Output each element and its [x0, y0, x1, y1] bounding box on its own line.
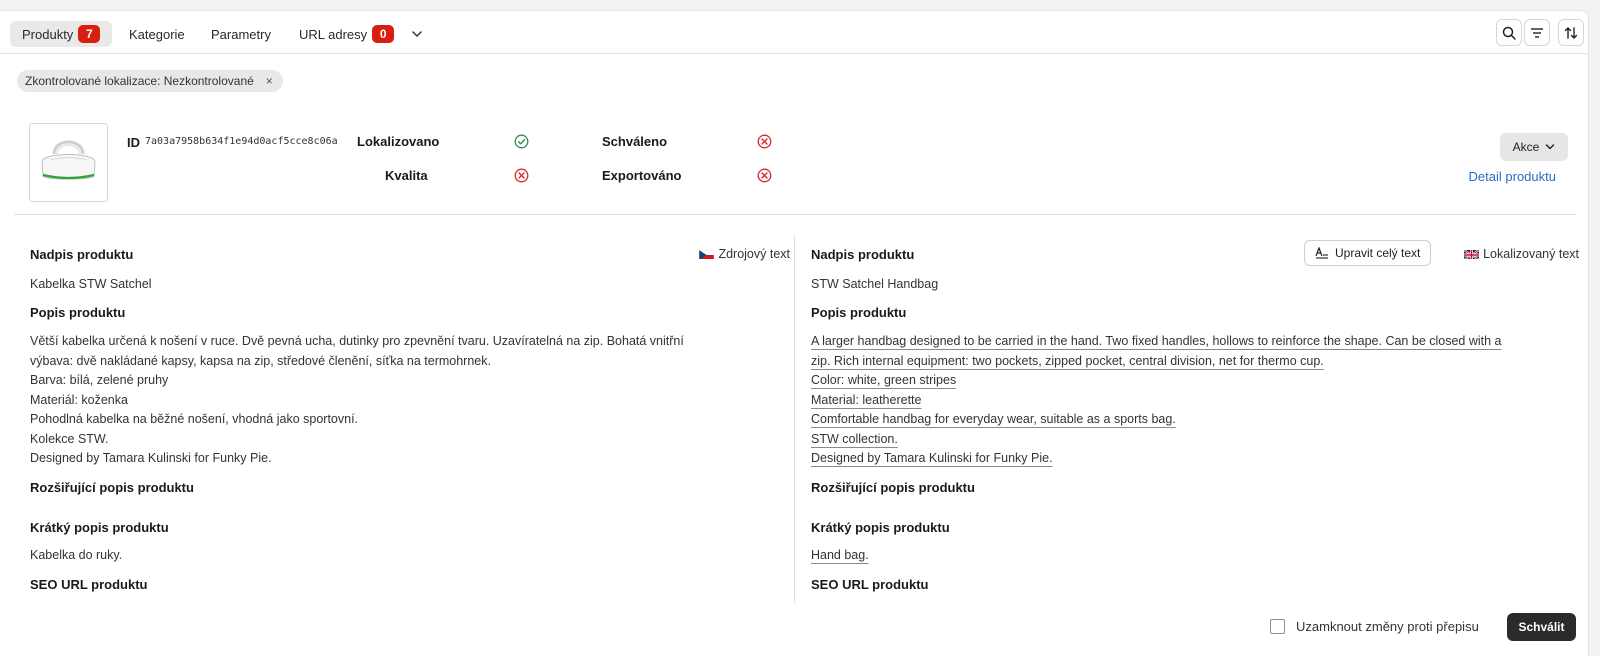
source-tag-label: Zdrojový text	[718, 247, 790, 261]
description-line[interactable]: Designed by Tamara Kulinski for Funky Pi…	[811, 449, 1502, 469]
description-line[interactable]: Material: leatherette	[811, 391, 1502, 411]
count-badge: 0	[372, 25, 395, 43]
handbag-image	[41, 140, 96, 180]
id-label: ID	[127, 135, 140, 150]
localized-language-tag: Lokalizovaný text	[1464, 247, 1579, 261]
x-circle-icon	[514, 168, 529, 183]
description-line: Materiál: koženka	[30, 392, 128, 407]
description-heading: Popis produktu	[30, 305, 126, 320]
scrollbar[interactable]	[1589, 10, 1600, 656]
sort-icon	[1564, 26, 1578, 39]
chevron-down-icon	[1546, 144, 1555, 150]
filter-chip: Zkontrolované lokalizace: Nezkontrolovan…	[17, 70, 283, 92]
tab-label: Produkty	[22, 26, 74, 42]
localized-tag-label: Lokalizovaný text	[1483, 247, 1579, 261]
short-description-heading: Krátký popis produktu	[811, 520, 950, 535]
x-circle-icon	[757, 134, 772, 149]
description-line: Designed by Tamara Kulinski for Funky Pi…	[30, 451, 272, 465]
tab-label: Kategorie	[129, 26, 185, 42]
check-circle-icon	[514, 134, 529, 149]
x-circle-icon	[757, 168, 772, 183]
actions-label: Akce	[1512, 140, 1540, 154]
status-label-schvaleno: Schváleno	[602, 134, 668, 149]
tab-parametry[interactable]: Parametry	[199, 21, 283, 47]
close-icon[interactable]: ×	[266, 74, 273, 88]
czech-flag-icon	[699, 249, 715, 259]
description-line: výbava: dvě nakládané kapsy, kapsa na zi…	[30, 353, 491, 368]
search-icon	[1502, 26, 1516, 40]
description-line[interactable]: A larger handbag designed to be carried …	[811, 332, 1502, 352]
lock-changes-checkbox[interactable]	[1270, 619, 1285, 634]
search-button[interactable]	[1496, 19, 1522, 46]
source-language-tag: Zdrojový text	[699, 247, 790, 261]
localized-description[interactable]: A larger handbag designed to be carried …	[811, 332, 1502, 469]
description-line[interactable]: Comfortable handbag for everyday wear, s…	[811, 410, 1502, 430]
more-tabs-chevron-down-icon[interactable]	[408, 26, 426, 42]
header-divider	[14, 214, 1576, 215]
status-label-kvalita: Kvalita	[385, 168, 428, 183]
uk-flag-icon	[1464, 249, 1480, 259]
count-badge: 7	[78, 25, 101, 43]
extended-description-heading: Rozšiřující popis produktu	[811, 480, 975, 495]
filter-chip-label: Zkontrolované lokalizace: Nezkontrolovan…	[25, 74, 254, 88]
source-short-description: Kabelka do ruky.	[30, 548, 123, 562]
edit-button-label: Upravit celý text	[1335, 246, 1421, 260]
description-line[interactable]: zip. Rich internal equipment: two pocket…	[811, 352, 1502, 372]
localized-short-description[interactable]: Hand bag.	[811, 546, 869, 566]
column-divider	[794, 235, 795, 603]
description-heading: Popis produktu	[811, 305, 907, 320]
actions-dropdown-button[interactable]: Akce	[1500, 133, 1568, 161]
product-thumbnail[interactable]	[29, 123, 108, 202]
seo-url-heading: SEO URL produktu	[30, 577, 148, 592]
title-heading: Nadpis produktu	[811, 247, 915, 262]
filter-icon	[1531, 27, 1543, 38]
description-line: Kolekce STW.	[30, 431, 109, 446]
product-detail-link[interactable]: Detail produktu	[1469, 169, 1556, 184]
edit-full-text-button[interactable]: Upravit celý text	[1304, 240, 1432, 266]
localized-title: STW Satchel Handbag	[811, 277, 939, 291]
tab-produkty[interactable]: Produkty 7	[10, 21, 113, 47]
description-line: Pohodlná kabelka na běžné nošení, vhodná…	[30, 412, 359, 426]
title-heading: Nadpis produktu	[30, 247, 134, 262]
status-label-exportovano: Exportováno	[602, 168, 682, 183]
tab-kategorie[interactable]: Kategorie	[117, 21, 197, 47]
description-line: Větší kabelka určená k nošení v ruce. Dv…	[30, 334, 684, 348]
tab-bar: Produkty 7 Kategorie Parametry URL adres…	[0, 11, 1589, 54]
product-id: 7a03a7958b634f1e94d0acf5cce8c06a	[145, 136, 338, 147]
description-line[interactable]: STW collection.	[811, 430, 1502, 450]
tab-label: Parametry	[211, 26, 271, 42]
filter-button[interactable]	[1524, 19, 1550, 46]
approve-button[interactable]: Schválit	[1507, 613, 1576, 641]
edit-text-icon	[1315, 247, 1328, 259]
seo-url-heading: SEO URL produktu	[811, 577, 929, 592]
tab-url-adresy[interactable]: URL adresy 0	[287, 21, 406, 47]
sort-button[interactable]	[1558, 19, 1584, 46]
status-label-lokalizovano: Lokalizovano	[357, 134, 440, 149]
source-description: Větší kabelka určená k nošení v ruce. Dv…	[30, 332, 684, 469]
lock-changes-label[interactable]: Uzamknout změny proti přepisu	[1296, 619, 1479, 634]
extended-description-heading: Rozšiřující popis produktu	[30, 480, 194, 495]
source-title: Kabelka STW Satchel	[30, 277, 152, 291]
main-panel: Produkty 7 Kategorie Parametry URL adres…	[0, 10, 1589, 656]
description-line[interactable]: Color: white, green stripes	[811, 371, 1502, 391]
description-line: Barva: bílá, zelené pruhy	[30, 373, 169, 387]
short-description-heading: Krátký popis produktu	[30, 520, 169, 535]
tab-label: URL adresy	[299, 26, 368, 42]
